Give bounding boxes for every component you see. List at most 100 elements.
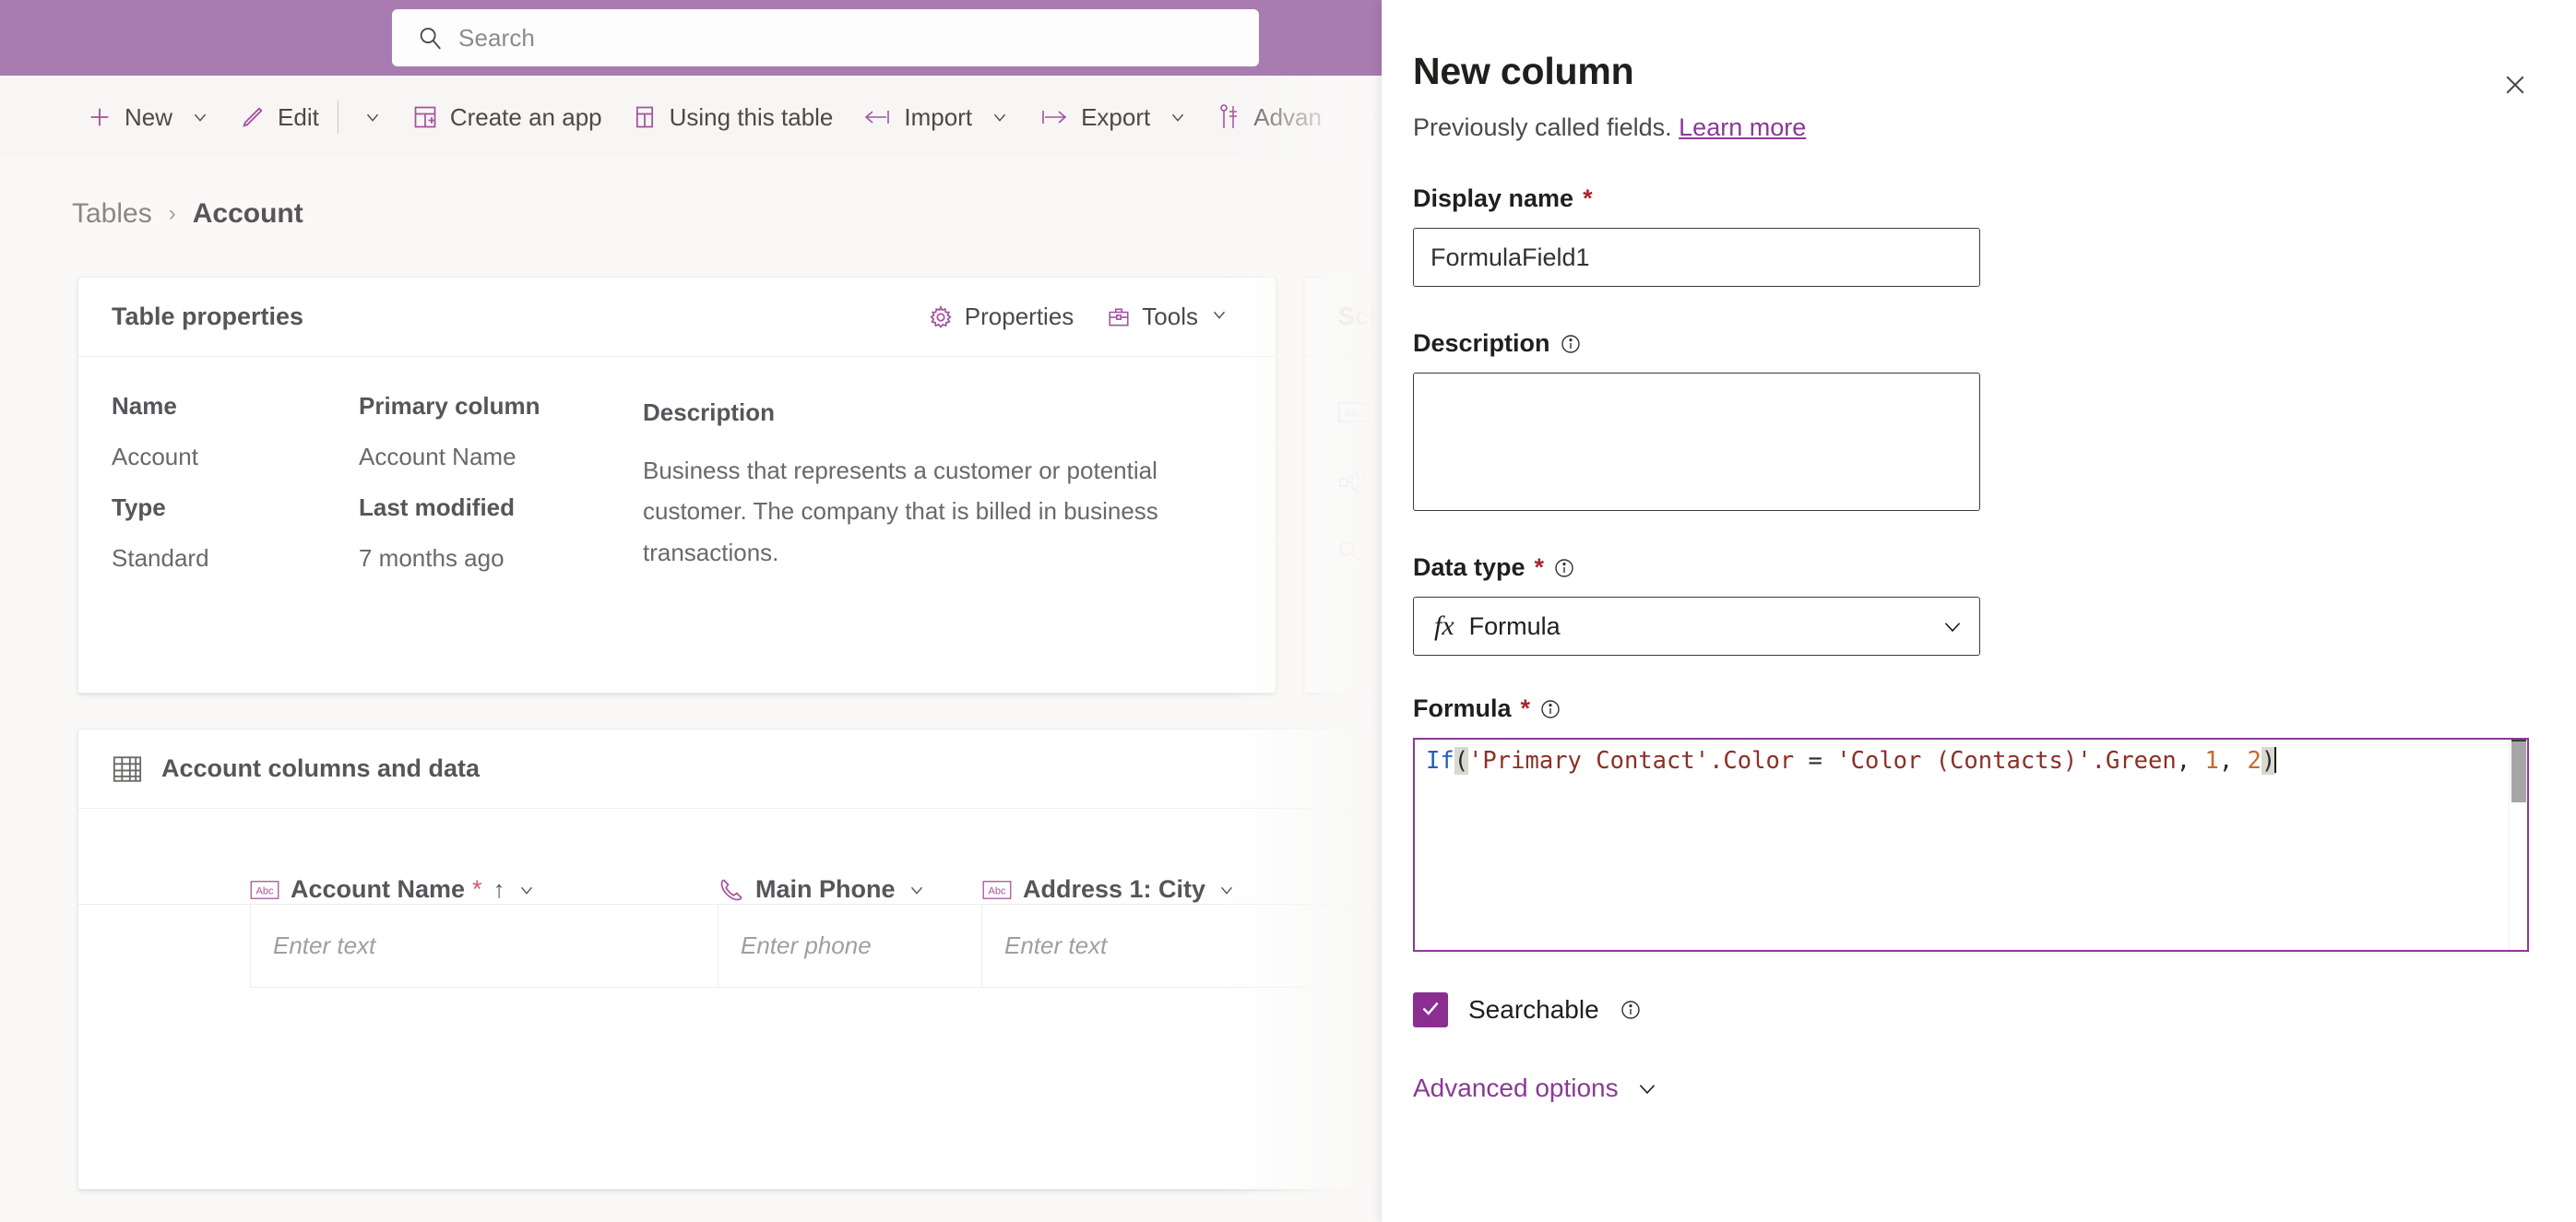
formula-token: 'Primary Contact': [1468, 747, 1710, 775]
svg-text:Abc: Abc: [988, 885, 1006, 896]
cell-main-phone[interactable]: Enter phone: [718, 905, 982, 988]
advanced-options-label: Advanced options: [1413, 1074, 1619, 1102]
required-asterisk: *: [1583, 184, 1593, 212]
data-type-label: Data type *: [1413, 553, 2523, 582]
data-type-dropdown[interactable]: fx Formula: [1413, 597, 1980, 656]
formula-token: =: [1794, 747, 1837, 775]
formula-token: If: [1426, 747, 1454, 775]
chevron-down-icon[interactable]: [1217, 880, 1237, 900]
command-advanced-label: Advan: [1253, 102, 1322, 131]
column-header-main-phone[interactable]: Main Phone: [718, 875, 982, 904]
display-name-field: Display name * FormulaField1: [1413, 184, 2523, 287]
properties-button[interactable]: Properties: [915, 303, 1087, 331]
display-name-input[interactable]: FormulaField1: [1413, 228, 1980, 287]
scrollbar-thumb[interactable]: [2511, 742, 2526, 802]
advanced-options-toggle[interactable]: Advanced options: [1413, 1074, 2523, 1103]
formula-token: ): [2261, 747, 2276, 775]
chevron-down-icon[interactable]: [907, 880, 927, 900]
chevron-down-icon[interactable]: [1168, 107, 1188, 127]
plus-icon: [87, 104, 113, 130]
chevron-down-icon[interactable]: [990, 107, 1010, 127]
learn-more-link[interactable]: Learn more: [1679, 113, 1806, 141]
formula-token: (: [1454, 747, 1469, 775]
create-app-icon: [412, 104, 438, 130]
formula-token: 'Color (Contacts)': [1836, 747, 2092, 775]
command-new[interactable]: New: [72, 89, 225, 146]
chevron-down-icon[interactable]: [516, 880, 537, 900]
chevron-down-icon[interactable]: [1635, 1076, 1659, 1100]
cell-placeholder: Enter text: [273, 931, 376, 959]
display-name-value: FormulaField1: [1430, 243, 1590, 271]
phone-icon: [718, 877, 744, 903]
search-icon: [416, 24, 444, 52]
table-properties-title: Table properties: [112, 303, 304, 330]
command-edit-chevron[interactable]: [342, 89, 398, 146]
text-caret: [2274, 747, 2277, 773]
command-edit[interactable]: Edit: [225, 89, 334, 146]
formula-label: Formula *: [1413, 694, 2523, 723]
command-export[interactable]: Export: [1025, 89, 1203, 146]
command-advanced[interactable]: Advan: [1203, 89, 1336, 146]
search-placeholder: Search: [458, 23, 535, 52]
prop-value-last-modified: 7 months ago: [359, 544, 505, 572]
column-header-label: Address 1: City: [1023, 875, 1206, 903]
prop-value-type: Standard: [112, 544, 209, 572]
formula-field: Formula * If('Primary Contact'.Color = '…: [1413, 694, 2529, 952]
command-create-an-app[interactable]: Create an app: [398, 89, 617, 146]
formula-token: .Green: [2091, 747, 2177, 775]
key-icon: [1338, 540, 1366, 565]
required-asterisk: *: [472, 875, 482, 903]
cell-address-1-city[interactable]: Enter text: [982, 905, 1443, 988]
table-properties-grid: Name Primary column Description Business…: [78, 357, 1276, 584]
command-new-label: New: [125, 102, 173, 131]
svg-text:Abc: Abc: [1345, 407, 1364, 420]
searchable-checkbox[interactable]: [1413, 992, 1448, 1027]
grid-table-icon: [112, 753, 143, 785]
command-export-label: Export: [1081, 102, 1151, 131]
column-header-address-1-city[interactable]: Abc Address 1: City: [982, 875, 1443, 904]
cell-placeholder: Enter phone: [741, 931, 872, 959]
export-arrow-icon: [1039, 106, 1069, 128]
command-using-this-table[interactable]: Using this table: [617, 89, 849, 146]
tools-button[interactable]: Tools: [1094, 303, 1242, 331]
chevron-down-icon[interactable]: [1941, 614, 1965, 638]
close-icon[interactable]: [2489, 59, 2541, 111]
prop-description-cell: Description Business that represents a c…: [643, 381, 1242, 584]
data-type-label-text: Data type: [1413, 553, 1525, 581]
info-icon[interactable]: [1560, 333, 1582, 355]
cell-account-name[interactable]: Enter text: [250, 905, 718, 988]
formula-editor[interactable]: If('Primary Contact'.Color = 'Color (Con…: [1413, 738, 2529, 952]
command-import-label: Import: [904, 102, 973, 131]
prop-header-description: Description: [643, 398, 776, 426]
gear-icon: [928, 304, 954, 330]
info-icon[interactable]: [1620, 999, 1642, 1021]
breadcrumb-tables[interactable]: Tables: [72, 198, 152, 230]
chevron-down-icon[interactable]: [1209, 304, 1229, 329]
breadcrumb-account: Account: [192, 198, 303, 229]
info-icon[interactable]: [1539, 698, 1561, 720]
formula-code[interactable]: If('Primary Contact'.Color = 'Color (Con…: [1415, 740, 2527, 777]
abc-text-icon: Abc: [1338, 400, 1370, 424]
table-properties-actions: Properties Tools: [915, 303, 1242, 331]
panel-subtitle-text: Previously called fields.: [1413, 113, 1672, 141]
sort-ascending-icon[interactable]: ↑: [493, 875, 505, 904]
info-icon[interactable]: [1553, 557, 1575, 579]
prop-value-primary-column: Account Name: [359, 443, 516, 470]
description-textarea[interactable]: [1413, 373, 1980, 511]
column-header-account-name[interactable]: Abc Account Name * ↑: [250, 875, 718, 904]
account-columns-title: Account columns and data: [161, 754, 481, 782]
pencil-icon: [240, 104, 266, 130]
description-label: Description: [1413, 329, 2523, 358]
command-edit-label: Edit: [278, 102, 319, 131]
command-import[interactable]: Import: [848, 89, 1025, 146]
chevron-down-icon[interactable]: [190, 107, 210, 127]
chevron-down-icon[interactable]: [362, 107, 383, 127]
search-input[interactable]: Search: [392, 9, 1259, 66]
formula-scrollbar[interactable]: [2509, 740, 2527, 950]
table-properties-card: Table properties Properties Tools Name P…: [77, 277, 1276, 694]
formula-token: ,: [2218, 747, 2234, 775]
formula-token: 2: [2233, 747, 2261, 775]
formula-token: 1: [2190, 747, 2219, 775]
data-type-value: Formula: [1468, 611, 1561, 640]
breadcrumb: Tables › Account: [72, 198, 303, 230]
